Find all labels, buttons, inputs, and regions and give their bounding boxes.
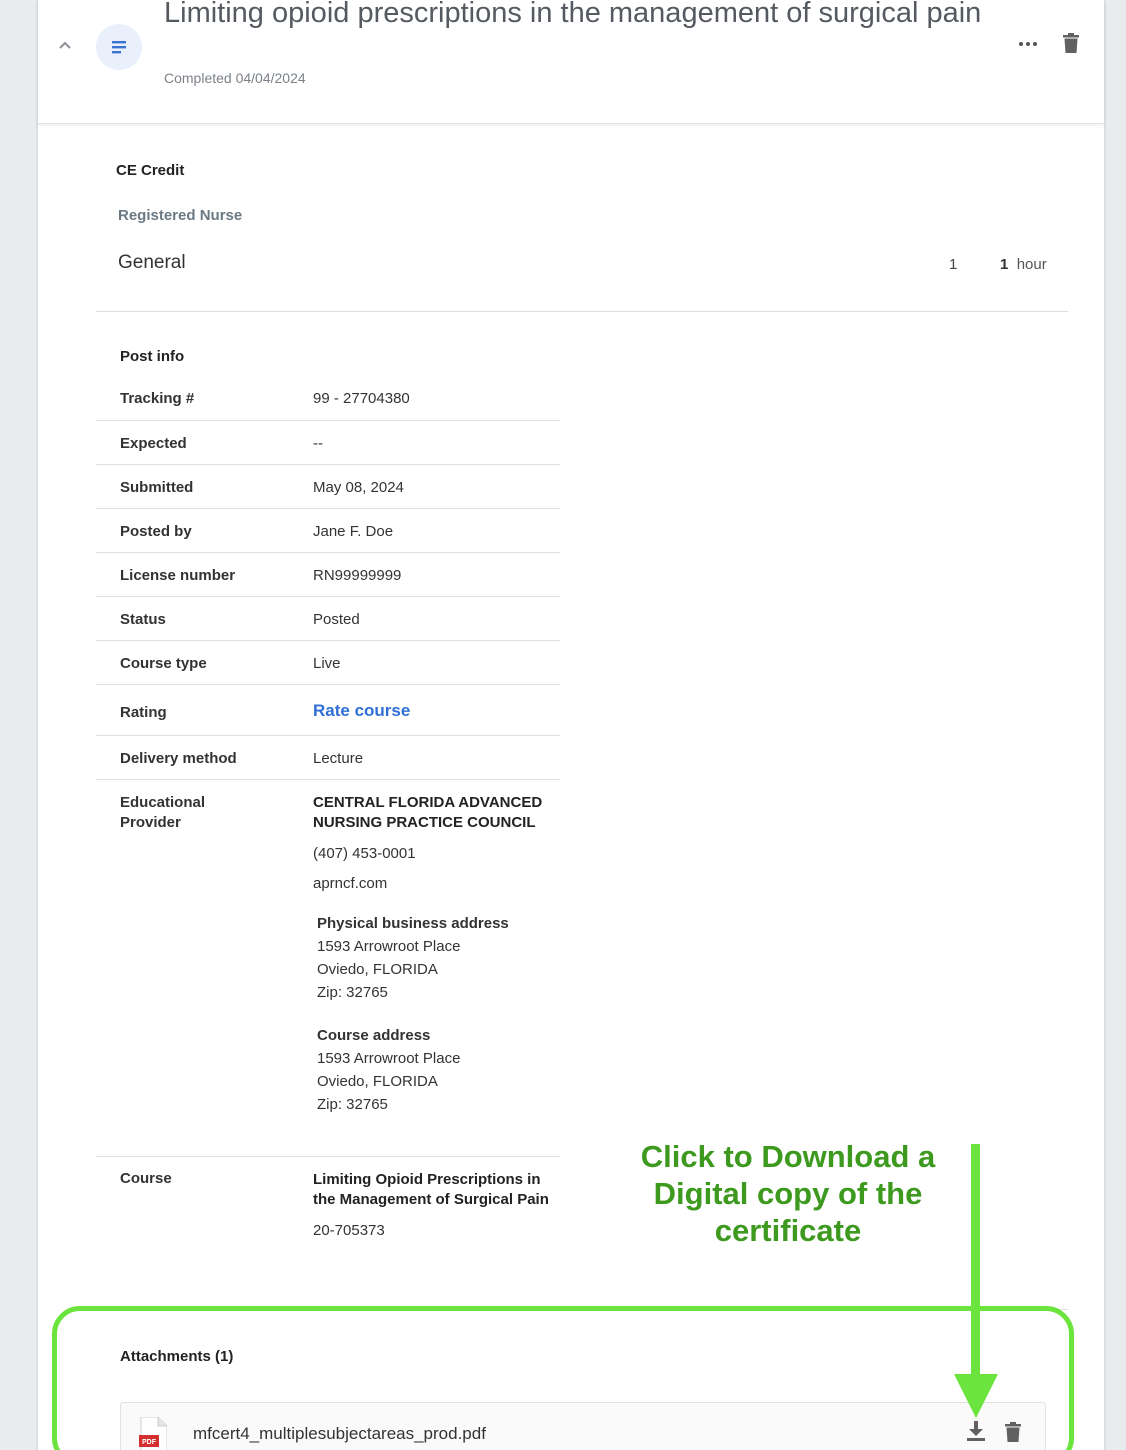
info-label: Expected	[120, 435, 187, 452]
provider-website: aprncf.com	[313, 875, 388, 892]
physical-address-heading: Physical business address	[317, 915, 509, 932]
course-type-value: Live	[313, 655, 341, 672]
ce-credit-heading: CE Credit	[116, 162, 185, 179]
course-street: 1593 Arrowroot Place	[317, 1050, 461, 1067]
provider-phone: (407) 453-0001	[313, 845, 416, 862]
chevron-up-icon	[59, 41, 71, 49]
info-row-course: Course Limiting Opioid Prescriptions in …	[96, 1157, 560, 1277]
course-details: Limiting Opioid Prescriptions in the Man…	[313, 1170, 553, 1239]
collapse-button[interactable]	[56, 36, 74, 54]
course-city: Oviedo, FLORIDA	[317, 1073, 438, 1090]
credit-hours-value: 1	[1000, 256, 1009, 273]
info-row-tracking: Tracking # 99 - 27704380	[96, 376, 560, 421]
credit-row: General 1 1 hour	[118, 252, 1058, 278]
delete-course-button[interactable]	[1060, 30, 1082, 56]
credit-hours-unit: hour	[1016, 256, 1047, 273]
post-info-table: Tracking # 99 - 27704380 Expected -- Sub…	[96, 376, 560, 1277]
info-row-delivery: Delivery method Lecture	[96, 736, 560, 780]
license-number: RN99999999	[313, 567, 402, 584]
info-row-provider: Educational Provider CENTRAL FLORIDA ADV…	[96, 780, 560, 1157]
card-header: Limiting opioid prescriptions in the man…	[38, 0, 1104, 124]
physical-city: Oviedo, FLORIDA	[317, 961, 438, 978]
info-label: Course type	[120, 655, 207, 672]
rate-course-link[interactable]: Rate course	[313, 701, 410, 721]
info-row-posted-by: Posted by Jane F. Doe	[96, 509, 560, 553]
course-address: Course address 1593 Arrowroot Place Ovie…	[317, 1024, 553, 1116]
credit-hours: 1 hour	[1000, 256, 1047, 273]
info-row-rating: Rating Rate course	[96, 685, 560, 736]
tracking-number: 99 - 27704380	[313, 390, 410, 407]
post-info-heading: Post info	[120, 348, 185, 365]
info-row-submitted: Submitted May 08, 2024	[96, 465, 560, 509]
credit-count: 1	[949, 256, 958, 273]
more-options-button[interactable]	[1016, 32, 1040, 56]
info-label: Delivery method	[120, 750, 237, 767]
info-label: Submitted	[120, 479, 194, 496]
document-badge	[96, 24, 142, 70]
info-label: License number	[120, 567, 236, 584]
info-label: Rating	[120, 704, 167, 721]
credit-subject: General	[118, 252, 186, 273]
divider	[96, 311, 1068, 312]
info-row-expected: Expected --	[96, 421, 560, 465]
physical-zip: Zip: 32765	[317, 984, 388, 1001]
completed-date: Completed 04/04/2024	[164, 70, 306, 86]
delivery-method-value: Lecture	[313, 750, 364, 767]
provider-details: CENTRAL FLORIDA ADVANCED NURSING PRACTIC…	[313, 793, 553, 1116]
course-address-heading: Course address	[317, 1027, 431, 1044]
info-row-license: License number RN99999999	[96, 553, 560, 597]
annotation-arrow-icon	[954, 1144, 998, 1418]
posted-by-value: Jane F. Doe	[313, 523, 394, 540]
info-row-course-type: Course type Live	[96, 641, 560, 685]
course-title: Limiting opioid prescriptions in the man…	[164, 0, 982, 29]
info-row-status: Status Posted	[96, 597, 560, 641]
info-label: Course	[120, 1170, 172, 1187]
trash-icon	[1063, 33, 1079, 53]
physical-street: 1593 Arrowroot Place	[317, 938, 461, 955]
submitted-date: May 08, 2024	[313, 479, 404, 496]
credit-role: Registered Nurse	[118, 207, 243, 224]
expected-value: --	[313, 435, 323, 452]
course-name: Limiting Opioid Prescriptions in the Man…	[313, 1171, 549, 1208]
page: Limiting opioid prescriptions in the man…	[0, 0, 1126, 1450]
info-label: Educational Provider	[120, 794, 206, 831]
info-label: Status	[120, 611, 166, 628]
document-lines-icon	[112, 41, 126, 54]
provider-name: CENTRAL FLORIDA ADVANCED NURSING PRACTIC…	[313, 794, 543, 831]
course-zip: Zip: 32765	[317, 1096, 388, 1113]
status-value: Posted	[313, 611, 360, 628]
more-horizontal-icon	[1019, 42, 1037, 46]
info-label: Posted by	[120, 523, 192, 540]
course-id: 20-705373	[313, 1222, 385, 1239]
highlight-outline	[52, 1306, 1074, 1450]
info-label: Tracking #	[120, 390, 195, 407]
annotation-callout: Click to Download a Digital copy of the …	[640, 1139, 936, 1248]
physical-address: Physical business address 1593 Arrowroot…	[317, 912, 553, 1004]
